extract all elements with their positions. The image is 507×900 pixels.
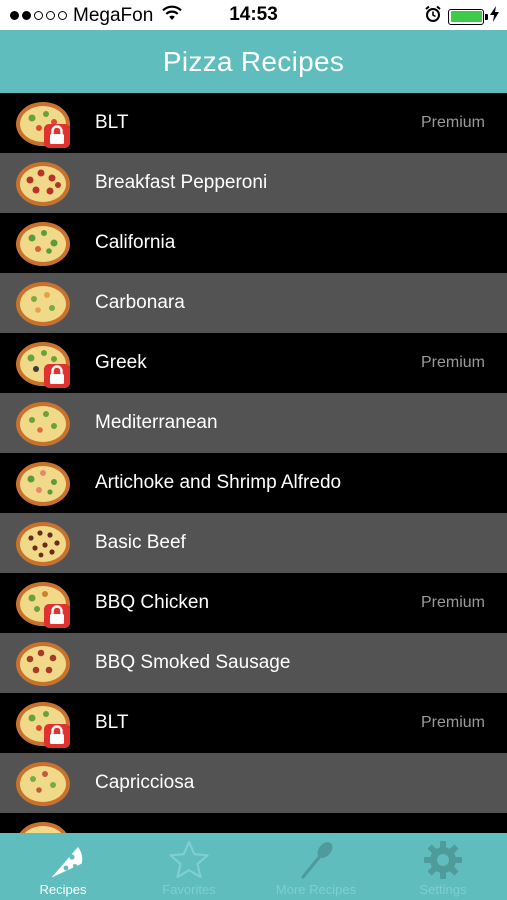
pizza-thumbnail-icon [16, 702, 72, 748]
star-icon [169, 840, 209, 879]
list-item[interactable]: BLT Premium [0, 93, 507, 153]
list-item[interactable]: BLT Premium [0, 693, 507, 753]
pizza-thumbnail-icon [16, 282, 70, 326]
tab-more-recipes[interactable]: More Recipes [253, 833, 379, 900]
recipe-name: Mediterranean [95, 412, 218, 433]
list-item[interactable]: Carbonara [0, 273, 507, 333]
whisk-icon [301, 842, 333, 879]
tab-bar: Recipes Favorites More Recipes Settings [0, 833, 507, 900]
navigation-bar: Pizza Recipes [0, 30, 507, 93]
tab-settings[interactable]: Settings [380, 833, 506, 900]
recipe-name: Carbonara [95, 292, 185, 313]
list-item[interactable]: Basic Beef [0, 513, 507, 573]
pizza-thumbnail-icon [16, 222, 70, 266]
recipe-name: Basic Beef [95, 532, 186, 553]
pizza-thumbnail-icon [16, 522, 70, 566]
status-right [424, 5, 499, 28]
tab-label: Favorites [162, 882, 216, 897]
recipe-name: Greek [95, 352, 147, 373]
pizza-thumbnail-icon [16, 462, 70, 506]
premium-badge: Premium [420, 114, 485, 131]
recipe-name: Artichoke and Shrimp Alfredo [95, 472, 342, 493]
tab-favorites[interactable]: Favorites [126, 833, 252, 900]
list-item[interactable]: California [0, 213, 507, 273]
pizza-thumbnail-icon [16, 582, 72, 628]
tab-recipes[interactable]: Recipes [0, 833, 126, 900]
gear-icon [424, 841, 462, 879]
recipe-name: Breakfast Pepperoni [95, 172, 268, 193]
pizza-thumbnail-icon [16, 162, 70, 206]
tab-label: Recipes [39, 882, 87, 897]
pizza-thumbnail-icon [16, 102, 72, 148]
recipe-name: BLT [95, 112, 129, 133]
recipe-list[interactable]: BLT Premium Breakfast Pepperoni Californ… [0, 93, 507, 833]
recipe-name: California [95, 232, 176, 253]
pizza-thumbnail-icon [16, 762, 70, 806]
pizza-thumbnail-icon [16, 642, 70, 686]
premium-badge: Premium [420, 354, 485, 371]
status-bar: MegaFon 14:53 [0, 0, 507, 30]
recipe-name: BBQ Smoked Sausage [95, 652, 291, 673]
page-title: Pizza Recipes [162, 46, 345, 77]
charging-icon [490, 6, 499, 27]
battery-icon [448, 8, 488, 25]
pizza-slice-icon [51, 846, 83, 878]
pizza-thumbnail-icon [16, 822, 70, 833]
recipe-name: BBQ Chicken [95, 592, 210, 613]
recipe-name: Capricciosa [95, 772, 195, 793]
premium-badge: Premium [420, 594, 485, 611]
list-item[interactable]: Capricciosa [0, 753, 507, 813]
list-item[interactable]: Greek Premium [0, 333, 507, 393]
list-item[interactable]: Artichoke and Shrimp Alfredo [0, 453, 507, 513]
list-item[interactable] [0, 813, 507, 833]
pizza-thumbnail-icon [16, 402, 70, 446]
list-item[interactable]: Breakfast Pepperoni [0, 153, 507, 213]
pizza-thumbnail-icon [16, 342, 72, 388]
premium-badge: Premium [420, 714, 485, 731]
recipe-name: BLT [95, 712, 129, 733]
tab-label: Settings [419, 882, 467, 897]
alarm-icon [424, 5, 442, 28]
list-item[interactable]: BBQ Smoked Sausage [0, 633, 507, 693]
tab-label: More Recipes [275, 882, 357, 897]
list-item[interactable]: BBQ Chicken Premium [0, 573, 507, 633]
list-item[interactable]: Mediterranean [0, 393, 507, 453]
